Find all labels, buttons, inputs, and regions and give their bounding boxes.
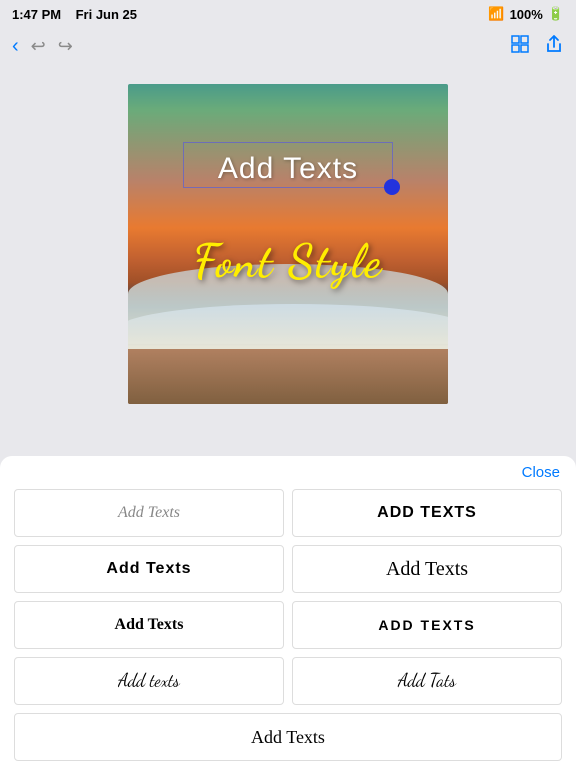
partial-row: Add Texts <box>0 709 576 765</box>
status-bar: 1:47 PM Fri Jun 25 📶 100% 🔋 <box>0 0 576 28</box>
status-time-date: 1:47 PM Fri Jun 25 <box>12 7 137 22</box>
bottom-panel: Close Add Texts ADD TEXTS Add Texts Add … <box>0 456 576 768</box>
share-button[interactable] <box>544 34 564 59</box>
undo-button[interactable]: ↩ <box>31 36 46 57</box>
font-item-4[interactable]: Add Texts <box>14 601 284 649</box>
font-label-2: Add Texts <box>106 560 191 578</box>
canvas-style-text[interactable]: Font Style <box>193 234 383 289</box>
grid-button[interactable] <box>510 34 530 59</box>
close-row: Close <box>0 456 576 485</box>
font-label-5: ADD TEXTS <box>378 617 475 633</box>
battery-label: 100% <box>510 7 543 22</box>
font-item-0[interactable]: Add Texts <box>14 489 284 537</box>
status-time: 1:47 PM <box>12 7 61 22</box>
redo-button[interactable]: ↪ <box>58 36 73 57</box>
font-label-7: Add Tats <box>398 670 456 692</box>
status-date: Fri Jun 25 <box>76 7 137 22</box>
font-label-8: Add Texts <box>251 727 325 748</box>
selection-handle[interactable] <box>384 179 400 195</box>
font-label-6: Add texts <box>118 670 179 692</box>
font-label-1: ADD TEXTS <box>377 504 477 522</box>
font-item-6[interactable]: Add texts <box>14 657 284 705</box>
font-label-0: Add Texts <box>118 504 180 522</box>
status-icons: 📶 100% 🔋 <box>488 6 564 22</box>
font-label-3: Add Texts <box>386 558 468 581</box>
font-label-4: Add Texts <box>115 616 184 634</box>
ground-overlay <box>128 349 448 404</box>
font-item-1[interactable]: ADD TEXTS <box>292 489 562 537</box>
close-button[interactable]: Close <box>522 464 560 481</box>
back-button[interactable]: ‹ <box>12 35 19 58</box>
toolbar-left: ‹ ↩ ↪ <box>12 35 73 58</box>
font-item-3[interactable]: Add Texts <box>292 545 562 593</box>
font-grid: Add Texts ADD TEXTS Add Texts Add Texts … <box>0 485 576 709</box>
toolbar: ‹ ↩ ↪ <box>0 28 576 64</box>
font-item-5[interactable]: ADD TEXTS <box>292 601 562 649</box>
font-item-7[interactable]: Add Tats <box>292 657 562 705</box>
canvas-area: Add Texts Font Style <box>0 64 576 424</box>
image-canvas[interactable]: Add Texts Font Style <box>128 84 448 404</box>
canvas-add-text[interactable]: Add Texts <box>218 152 358 186</box>
toolbar-right <box>510 34 564 59</box>
battery-icon: 🔋 <box>548 6 564 22</box>
wifi-icon: 📶 <box>488 6 504 22</box>
font-item-2[interactable]: Add Texts <box>14 545 284 593</box>
font-item-8[interactable]: Add Texts <box>14 713 562 761</box>
